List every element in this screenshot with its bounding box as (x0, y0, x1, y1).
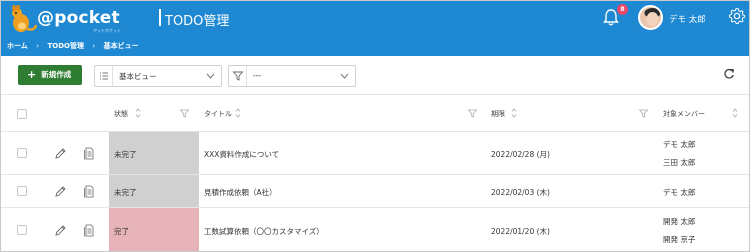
brand-subtitle: アットポケット (93, 28, 121, 33)
plus-icon: + (27, 68, 37, 81)
filter-icon[interactable] (468, 109, 477, 118)
toolbar: + 新規作成 基本ビュー --- (1, 56, 749, 94)
breadcrumb-todo[interactable]: TODO管理 (47, 39, 84, 53)
column-header-due[interactable]: 期限 (491, 109, 505, 119)
pencil-icon[interactable] (54, 147, 67, 160)
member-name: 開発 太郎 (663, 217, 696, 226)
column-header-members[interactable]: 対象メンバー (663, 109, 705, 119)
pencil-icon[interactable] (54, 185, 67, 198)
breadcrumb-separator: › (92, 42, 96, 50)
chevron-down-icon (340, 73, 349, 79)
new-button-label: 新規作成 (41, 70, 72, 79)
due-cell: 2022/02/03 (木) (491, 188, 550, 197)
user-photo-icon (640, 7, 661, 28)
due-cell: 2022/01/20 (木) (491, 227, 550, 236)
filter-icon-box (229, 66, 247, 86)
refresh-icon[interactable] (723, 68, 735, 80)
member-name: 三田 太郎 (663, 158, 696, 167)
sort-icon[interactable] (511, 107, 517, 119)
filter-select-value: --- (253, 71, 262, 80)
title-cell[interactable]: 見積作成依頼（A社） (204, 187, 277, 198)
list-icon-box (95, 66, 113, 86)
sort-icon[interactable] (135, 107, 141, 119)
title-cell[interactable]: XXX資料作成について (204, 149, 279, 160)
member-name: デモ 太郎 (663, 140, 696, 149)
filter-icon[interactable] (180, 109, 189, 118)
row-checkbox[interactable] (17, 225, 27, 235)
column-header-title[interactable]: タイトル (204, 109, 232, 119)
status-cell: 未完了 (109, 175, 199, 207)
select-all-checkbox[interactable] (17, 109, 27, 119)
status-text: 未完了 (114, 188, 137, 197)
table-header: 状態 タイトル 期限 対象メンバー (1, 94, 749, 132)
brand-name: @pocket (37, 8, 120, 28)
filter-icon[interactable] (639, 109, 648, 118)
notification-badge: 8 (617, 4, 628, 15)
member-name: デモ 太郎 (663, 188, 696, 197)
title-separator (159, 9, 161, 26)
app-header: @pocket アットポケット TODO管理 8 デモ 太郎 (1, 1, 749, 39)
document-icon[interactable] (83, 147, 95, 160)
filter-icon (232, 71, 244, 81)
avatar[interactable] (638, 5, 663, 30)
pencil-icon[interactable] (54, 224, 67, 237)
view-select-value: 基本ビュー (119, 72, 157, 81)
sort-icon[interactable] (235, 107, 241, 119)
column-header-status[interactable]: 状態 (114, 109, 128, 119)
kangaroo-logo-icon (12, 5, 37, 32)
breadcrumb: ホーム › TODO管理 › 基本ビュー (1, 39, 749, 56)
status-cell: 完了 (109, 208, 199, 251)
list-icon (100, 72, 108, 80)
gear-icon[interactable] (728, 7, 746, 25)
sort-icon[interactable] (732, 107, 738, 119)
status-cell: 未完了 (109, 132, 199, 174)
filter-select[interactable]: --- (228, 65, 356, 87)
document-icon[interactable] (83, 224, 95, 237)
view-select[interactable]: 基本ビュー (94, 65, 222, 87)
document-icon[interactable] (83, 185, 95, 198)
app-window: @pocket アットポケット TODO管理 8 デモ 太郎 ホーム › TOD… (0, 0, 750, 252)
breadcrumb-separator: › (36, 42, 40, 50)
table-row[interactable]: 完了 工数試算依頼（〇〇カスタマイズ） 2022/01/20 (木) 開発 太郎… (1, 208, 749, 251)
breadcrumb-current: 基本ビュー (103, 42, 139, 50)
chevron-down-icon (206, 73, 215, 79)
due-cell: 2022/02/28 (月) (491, 150, 550, 159)
user-name[interactable]: デモ 太郎 (669, 13, 706, 25)
breadcrumb-home[interactable]: ホーム (7, 39, 28, 53)
table-row[interactable]: 未完了 XXX資料作成について 2022/02/28 (月) デモ 太郎 三田 … (1, 132, 749, 175)
row-checkbox[interactable] (17, 186, 27, 196)
new-button[interactable]: + 新規作成 (18, 65, 82, 85)
member-name: 開発 京子 (663, 235, 696, 244)
title-cell[interactable]: 工数試算依頼（〇〇カスタマイズ） (204, 226, 324, 237)
status-text: 完了 (114, 227, 129, 236)
row-checkbox[interactable] (17, 148, 27, 158)
table-row[interactable]: 未完了 見積作成依頼（A社） 2022/02/03 (木) デモ 太郎 (1, 175, 749, 208)
status-text: 未完了 (114, 150, 137, 159)
app-title: TODO管理 (165, 14, 230, 29)
app-logo[interactable]: @pocket アットポケット (7, 5, 137, 35)
